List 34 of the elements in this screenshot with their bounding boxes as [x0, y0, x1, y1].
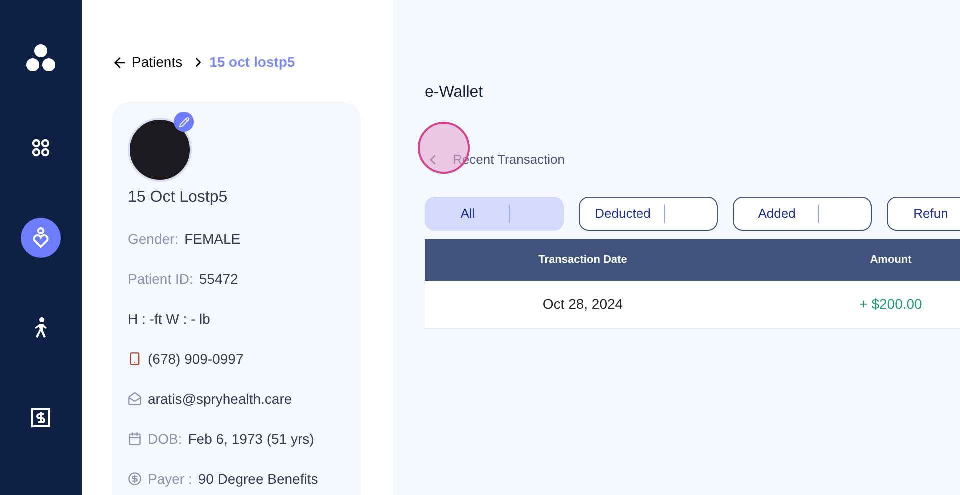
- logo-icon: [26, 43, 56, 73]
- field-value: aratis@spryhealth.care: [148, 390, 292, 409]
- table-cell-text: Oct 28, 2024: [542, 295, 624, 314]
- breadcrumb-current: 15 oct lostp5: [210, 53, 296, 72]
- breadcrumb-link[interactable]: Patients: [132, 52, 183, 73]
- dollar-circle-icon: [128, 472, 142, 486]
- field-value: 55472: [199, 270, 238, 288]
- field-label: Payer :: [148, 470, 192, 489]
- field-value: FEMALE: [184, 230, 241, 248]
- field-label: DOB:: [148, 430, 182, 448]
- nav-item[interactable]: [21, 218, 61, 258]
- back-arrow-icon[interactable]: [112, 54, 128, 70]
- amount-cell-text: + $200.00: [858, 295, 924, 314]
- column-header: Transaction Date: [538, 252, 628, 268]
- grid-icon: [31, 138, 51, 158]
- field-label: Gender:: [128, 230, 179, 248]
- wallet-title: e-Wallet: [425, 83, 484, 103]
- filter-tab[interactable]: Added: [733, 197, 872, 231]
- filter-tab[interactable]: Refun: [887, 197, 960, 231]
- edit-icon[interactable]: [174, 112, 194, 132]
- field-label: Patient ID:: [128, 270, 194, 288]
- calendar-icon: [128, 432, 142, 446]
- phone-icon: [128, 352, 142, 366]
- field-value: 90 Degree Benefits: [198, 470, 318, 489]
- filter-tab[interactable]: Deducted: [579, 197, 718, 231]
- column-header: Amount: [869, 252, 913, 268]
- envelope-icon: [128, 392, 142, 406]
- field-value: (678) 909-0997: [148, 350, 244, 369]
- field-value: H : -ft W : - lb: [128, 310, 210, 328]
- patient-name: 15 Oct Lostp5: [128, 188, 229, 208]
- field-value: Feb 6, 1973 (51 yrs): [188, 430, 314, 449]
- filter-tab[interactable]: All: [425, 197, 564, 231]
- person-heart-icon: [31, 227, 51, 249]
- dollar-bill-icon: [31, 408, 51, 428]
